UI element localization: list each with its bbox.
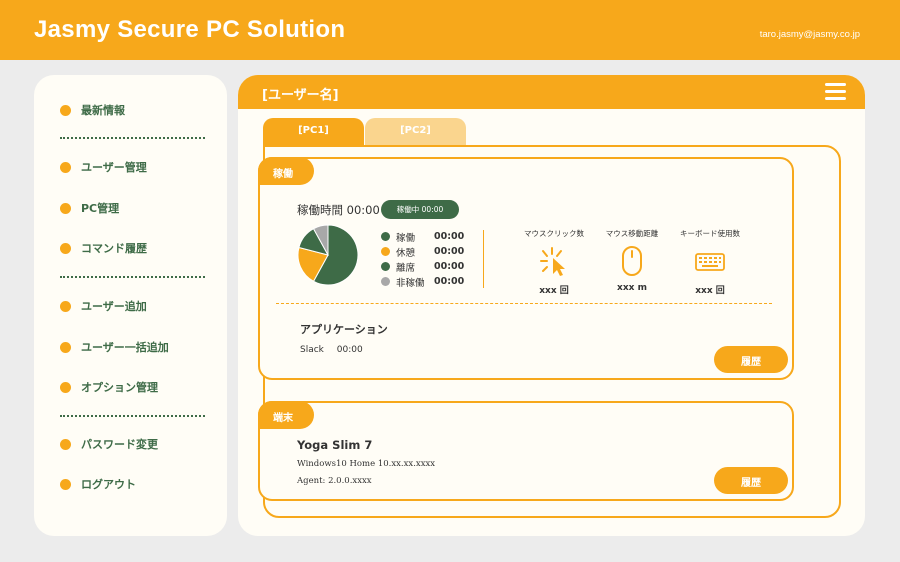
legend-time: 00:00: [434, 276, 465, 287]
sidebar-item-label: パスワード変更: [81, 438, 158, 451]
tab-pc1[interactable]: [PC1]: [263, 118, 364, 146]
legend-time: 00:00: [434, 231, 465, 242]
mouse-icon: [622, 246, 642, 276]
keyboard-icon: [695, 253, 725, 271]
card-tag-device: 端末: [258, 401, 314, 429]
legend-time: 00:00: [434, 261, 465, 272]
status-badge: 稼働中 00:00: [381, 200, 459, 219]
device-history-button[interactable]: 履歴: [714, 467, 788, 494]
metric-value: xxx m: [617, 283, 647, 293]
activity-pie-chart: [297, 224, 359, 286]
sidebar-item-command-history[interactable]: コマンド履歴: [60, 238, 147, 258]
sidebar-item-label: ユーザー一括追加: [81, 341, 169, 354]
device-agent-version: Agent: 2.0.0.xxxx: [297, 476, 372, 486]
legend-label: 休憩: [396, 247, 416, 259]
mouse-distance-metric: マウス移動距離 xxx m: [592, 228, 672, 293]
bullet-dot-icon: [60, 300, 71, 312]
metric-title: マウス移動距離: [605, 229, 659, 238]
sidebar-divider: [60, 276, 205, 278]
sidebar-item-label: ユーザー管理: [81, 161, 147, 174]
sidebar-item-pc-management[interactable]: PC管理: [60, 198, 119, 218]
keyboard-metric: キーボード使用数 xxx 回: [670, 228, 750, 296]
sidebar-item-label: ログアウト: [81, 478, 136, 491]
sidebar-item-news[interactable]: 最新情報: [60, 100, 125, 120]
mouse-click-icon: [540, 247, 565, 276]
legend-item: 非稼働 00:00: [381, 274, 464, 289]
legend-label: 非稼働: [396, 277, 425, 289]
applications-title: アプリケーション: [300, 323, 388, 336]
metric-title: キーボード使用数: [680, 229, 740, 238]
legend-dot-icon: [381, 232, 390, 241]
legend-item: 稼働 00:00: [381, 229, 464, 244]
sidebar-item-change-password[interactable]: パスワード変更: [60, 434, 158, 454]
main-panel: [ユーザー名] [PC1] [PC2] 稼働 稼働時間 00:00 稼働中 00…: [238, 75, 865, 536]
section-divider: [276, 303, 772, 304]
bullet-dot-icon: [60, 381, 71, 393]
user-email: taro.jasmy@jasmy.co.jp: [759, 29, 860, 40]
mouse-click-metric: マウスクリック数 xxx 回: [514, 228, 594, 296]
page-title: [ユーザー名]: [262, 88, 339, 103]
legend-time: 00:00: [434, 246, 465, 257]
sidebar-item-user-management[interactable]: ユーザー管理: [60, 157, 147, 177]
device-card: 端末 Yoga Slim 7 Windows10 Home 10.xx.xx.x…: [258, 401, 794, 501]
sidebar-item-add-user[interactable]: ユーザー追加: [60, 296, 147, 316]
sidebar-item-label: 最新情報: [81, 104, 125, 117]
hamburger-menu-icon[interactable]: [825, 83, 846, 101]
card-tag-usage: 稼働: [258, 157, 314, 185]
sidebar-divider: [60, 137, 205, 139]
sidebar-item-logout[interactable]: ログアウト: [60, 474, 136, 494]
metric-title: マウスクリック数: [524, 229, 584, 238]
legend-dot-icon: [381, 247, 390, 256]
bullet-dot-icon: [60, 242, 71, 254]
legend-item: 離席 00:00: [381, 259, 464, 274]
bullet-dot-icon: [60, 438, 71, 450]
sidebar-item-option-management[interactable]: オプション管理: [60, 377, 158, 397]
device-name: Yoga Slim 7: [297, 438, 373, 452]
app-time: 00:00: [336, 345, 363, 355]
main-panel-header: [ユーザー名]: [238, 75, 865, 109]
uptime-label: 稼働時間 00:00: [297, 203, 380, 217]
bullet-dot-icon: [60, 202, 71, 214]
tab-pc2[interactable]: [PC2]: [365, 118, 466, 146]
usage-card: 稼働 稼働時間 00:00 稼働中 00:00 稼働 00:00 休憩 00:0…: [258, 157, 794, 380]
app-name: Slack: [300, 345, 324, 355]
metrics-divider: [483, 230, 484, 288]
sidebar-item-bulk-add-users[interactable]: ユーザー一括追加: [60, 337, 169, 357]
bullet-dot-icon: [60, 478, 71, 490]
metric-value: xxx 回: [539, 286, 569, 296]
legend-item: 休憩 00:00: [381, 244, 464, 259]
activity-legend: 稼働 00:00 休憩 00:00 離席 00:00 非稼働 00:00: [381, 229, 464, 289]
metric-value: xxx 回: [695, 286, 725, 296]
legend-label: 稼働: [396, 232, 416, 244]
legend-label: 離席: [396, 262, 416, 274]
app-header: Jasmy Secure PC Solution taro.jasmy@jasm…: [0, 0, 900, 60]
bullet-dot-icon: [60, 104, 71, 116]
sidebar-item-label: コマンド履歴: [81, 242, 147, 255]
sidebar-item-label: オプション管理: [81, 381, 158, 394]
app-title: Jasmy Secure PC Solution: [34, 16, 346, 43]
device-os: Windows10 Home 10.xx.xx.xxxx: [297, 459, 436, 469]
sidebar-item-label: ユーザー追加: [81, 300, 147, 313]
sidebar: 最新情報 ユーザー管理 PC管理 コマンド履歴 ユーザー追加 ユーザー一括追加 …: [34, 75, 227, 536]
usage-history-button[interactable]: 履歴: [714, 346, 788, 373]
sidebar-item-label: PC管理: [81, 202, 120, 215]
list-item: Slack 00:00: [300, 345, 373, 355]
legend-dot-icon: [381, 262, 390, 271]
sidebar-divider: [60, 415, 205, 417]
bullet-dot-icon: [60, 161, 71, 173]
bullet-dot-icon: [60, 341, 71, 353]
legend-dot-icon: [381, 277, 390, 286]
